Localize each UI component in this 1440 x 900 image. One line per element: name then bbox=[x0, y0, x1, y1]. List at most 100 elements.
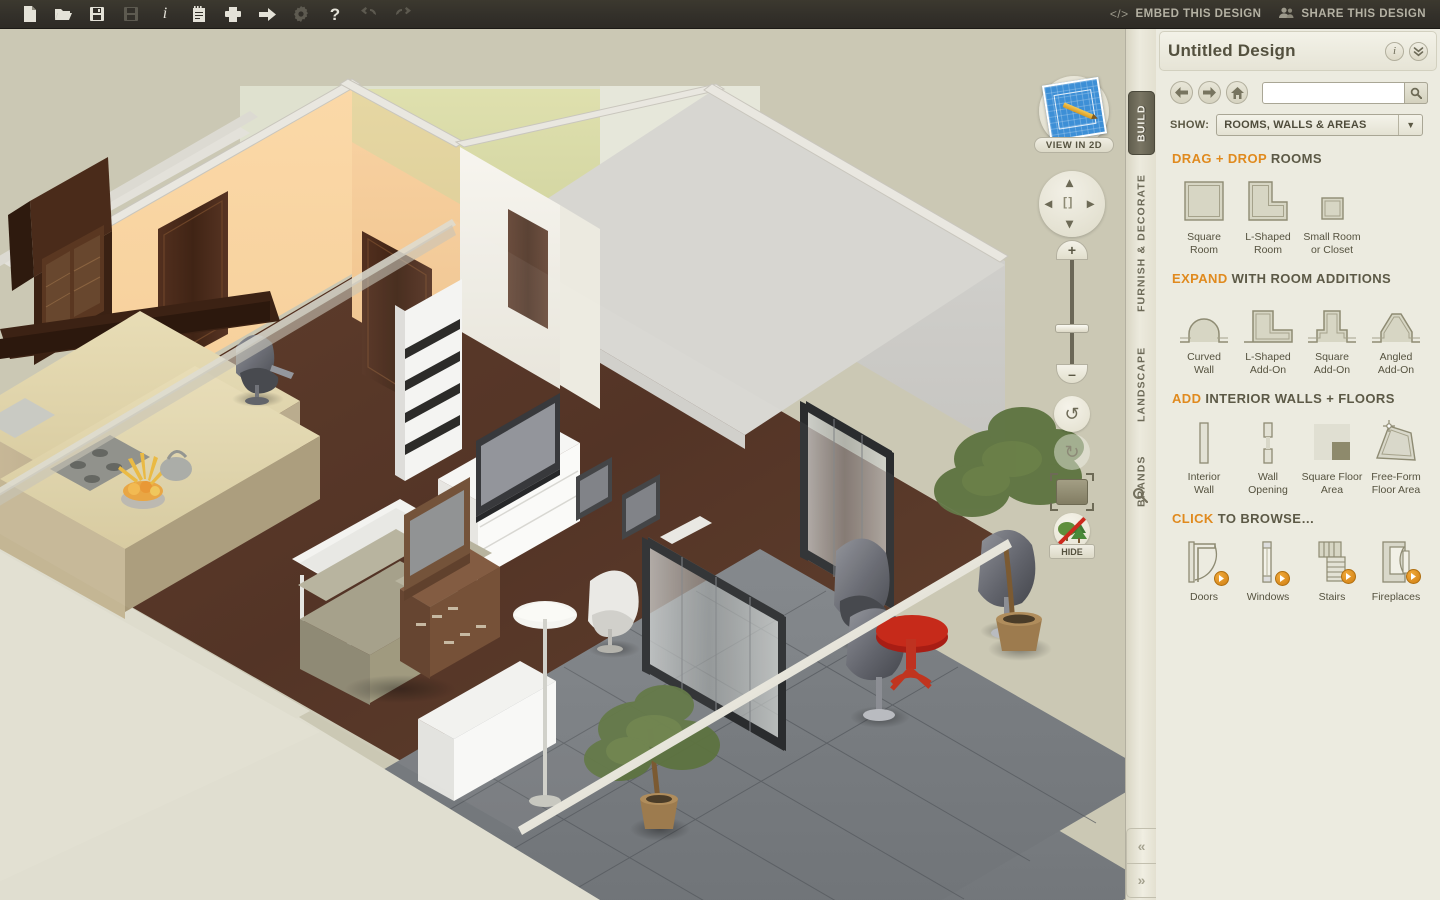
section-rest-browse: TO BROWSE… bbox=[1213, 511, 1315, 526]
rotate-cw-icon: ↻ bbox=[1064, 441, 1080, 462]
info-icon[interactable]: i bbox=[148, 0, 182, 28]
redo-icon[interactable] bbox=[386, 0, 420, 28]
toolbar-right-links: </> EMBED THIS DESIGN SHARE THIS DESIGN bbox=[1110, 7, 1440, 22]
rail-tab-landscape[interactable]: LANDSCAPE bbox=[1128, 331, 1155, 437]
item-curved-wall[interactable]: Curved Wall bbox=[1172, 296, 1236, 376]
chevron-down-icon[interactable]: ▼ bbox=[1398, 115, 1422, 135]
panel-search-box[interactable] bbox=[1262, 81, 1428, 104]
nav-home-button[interactable] bbox=[1225, 81, 1249, 104]
help-icon[interactable]: ? bbox=[318, 0, 352, 28]
embed-design-label: EMBED THIS DESIGN bbox=[1135, 8, 1262, 20]
item-stairs[interactable]: Stairs bbox=[1300, 536, 1364, 604]
design-canvas-3d[interactable]: VIEW IN 2D ▴ ▾ ◂ ▸ [ ] + – ↺ ↻ HIDE bbox=[0, 29, 1125, 900]
item-square-floor-area[interactable]: Square Floor Area bbox=[1300, 416, 1364, 496]
free-form-floor-area-icon bbox=[1371, 416, 1421, 466]
line2: Add-On bbox=[1313, 363, 1351, 376]
panel-search-input[interactable] bbox=[1263, 82, 1404, 103]
pan-left-button[interactable]: ◂ bbox=[1045, 195, 1052, 212]
zoom-slider-handle[interactable] bbox=[1055, 324, 1089, 333]
browse-badge-windows[interactable] bbox=[1275, 571, 1290, 586]
item-l-shaped-room[interactable]: L-Shaped Room bbox=[1236, 176, 1300, 256]
square-floor-area-icon bbox=[1309, 416, 1355, 466]
item-label-square-floor-area: Square Floor Area bbox=[1302, 471, 1363, 496]
notes-icon[interactable] bbox=[182, 0, 216, 28]
pan-up-button[interactable]: ▴ bbox=[1066, 174, 1073, 191]
view-in-2d-thumbnail[interactable] bbox=[1039, 76, 1109, 146]
item-label-fireplaces: Fireplaces bbox=[1371, 591, 1421, 603]
collapse-left-button[interactable]: « bbox=[1126, 828, 1156, 864]
item-windows[interactable]: Windows bbox=[1236, 536, 1300, 604]
line2: Room bbox=[1189, 243, 1218, 256]
embed-design-button[interactable]: </> EMBED THIS DESIGN bbox=[1110, 7, 1262, 21]
save-icon[interactable] bbox=[80, 0, 114, 28]
rail-tab-furnish[interactable]: FURNISH & DECORATE bbox=[1128, 163, 1155, 323]
item-interior-wall[interactable]: Interior Wall bbox=[1172, 416, 1236, 496]
line2: Room bbox=[1253, 243, 1282, 256]
rail-tab-build[interactable]: BUILD bbox=[1128, 91, 1155, 155]
section-accent-add: ADD bbox=[1172, 391, 1202, 406]
nav-back-button[interactable] bbox=[1170, 81, 1193, 104]
panel-info-button[interactable]: i bbox=[1385, 41, 1404, 61]
rotate-left-button[interactable]: ↺ bbox=[1054, 396, 1090, 432]
line2: Area bbox=[1320, 483, 1344, 496]
line1: Small Room bbox=[1303, 231, 1361, 243]
design-title: Untitled Design bbox=[1168, 41, 1296, 60]
section-room-additions: EXPAND WITH ROOM ADDITIONS Curved Wall L… bbox=[1156, 256, 1440, 376]
item-square-room[interactable]: Square Room bbox=[1172, 176, 1236, 256]
item-angled-add-on[interactable]: Angled Add-On bbox=[1364, 296, 1428, 376]
door-icon bbox=[1181, 536, 1229, 586]
share-design-label: SHARE THIS DESIGN bbox=[1301, 8, 1426, 20]
item-label-curved-wall: Curved Wall bbox=[1187, 351, 1221, 376]
pan-down-button[interactable]: ▾ bbox=[1066, 215, 1073, 232]
line1: Interior bbox=[1187, 471, 1221, 483]
rotate-ccw-icon: ↺ bbox=[1064, 403, 1080, 424]
people-icon bbox=[1279, 7, 1294, 22]
browse-badge-doors[interactable] bbox=[1214, 571, 1229, 586]
rotate-right-button[interactable]: ↻ bbox=[1054, 434, 1090, 470]
show-label: SHOW: bbox=[1170, 119, 1210, 131]
save-as-icon[interactable] bbox=[114, 0, 148, 28]
browse-badge-stairs[interactable] bbox=[1341, 569, 1356, 584]
panel-search-button[interactable] bbox=[1403, 81, 1428, 104]
browse-badge-fireplaces[interactable] bbox=[1406, 569, 1421, 584]
section-accent-browse: CLICK bbox=[1172, 511, 1214, 526]
print-icon[interactable] bbox=[216, 0, 250, 28]
zoom-slider[interactable]: + – bbox=[1055, 240, 1089, 384]
undo-icon[interactable] bbox=[352, 0, 386, 28]
mode-tab-rail: BUILD FURNISH & DECORATE LANDSCAPE BRAND… bbox=[1125, 29, 1156, 900]
section-drag-drop-rooms: DRAG + DROP ROOMS Square Room L-Shaped R… bbox=[1156, 136, 1440, 256]
nav-forward-button[interactable] bbox=[1197, 81, 1221, 104]
section-title-add: ADD INTERIOR WALLS + FLOORS bbox=[1172, 391, 1440, 406]
material-swatch-button[interactable] bbox=[1056, 479, 1088, 505]
item-l-shaped-add-on[interactable]: L-Shaped Add-On bbox=[1236, 296, 1300, 376]
floorplan-thumbnail-icon bbox=[1041, 76, 1108, 143]
view-in-2d-button[interactable]: VIEW IN 2D bbox=[1034, 137, 1114, 153]
item-doors[interactable]: Doors bbox=[1172, 536, 1236, 604]
share-design-button[interactable]: SHARE THIS DESIGN bbox=[1279, 7, 1426, 22]
item-square-add-on[interactable]: Square Add-On bbox=[1300, 296, 1364, 376]
section-rest-drag-drop: ROOMS bbox=[1266, 151, 1322, 166]
room-addition-items: Curved Wall L-Shaped Add-On Square Add-O… bbox=[1172, 296, 1440, 376]
open-folder-icon[interactable] bbox=[46, 0, 80, 28]
section-title-drag-drop: DRAG + DROP ROOMS bbox=[1172, 151, 1440, 166]
collapse-right-button[interactable]: » bbox=[1126, 863, 1156, 898]
pan-right-button[interactable]: ▸ bbox=[1087, 195, 1094, 212]
item-small-room-or-closet[interactable]: Small Room or Closet bbox=[1300, 176, 1364, 256]
hide-label[interactable]: HIDE bbox=[1049, 544, 1095, 559]
export-icon[interactable] bbox=[250, 0, 284, 28]
pan-dpad[interactable]: ▴ ▾ ◂ ▸ [ ] bbox=[1039, 171, 1105, 237]
recenter-button[interactable]: [ ] bbox=[1063, 195, 1072, 209]
new-file-icon[interactable] bbox=[12, 0, 46, 28]
settings-gear-icon[interactable] bbox=[284, 0, 318, 28]
item-wall-opening[interactable]: Wall Opening bbox=[1236, 416, 1300, 496]
panel-header: Untitled Design i bbox=[1159, 31, 1437, 71]
home-icon bbox=[1230, 86, 1244, 99]
line2: Add-On bbox=[1377, 363, 1415, 376]
item-free-form-floor-area[interactable]: Free-Form Floor Area bbox=[1364, 416, 1428, 496]
panel-collapse-button[interactable] bbox=[1409, 41, 1428, 61]
show-filter-select[interactable]: ROOMS, WALLS & AREAS ▼ bbox=[1216, 114, 1424, 136]
rail-search-icon[interactable] bbox=[1132, 487, 1152, 507]
section-accent-drag-drop: DRAG + DROP bbox=[1172, 151, 1267, 166]
item-fireplaces[interactable]: Fireplaces bbox=[1364, 536, 1428, 604]
item-label-doors: Doors bbox=[1189, 591, 1218, 603]
